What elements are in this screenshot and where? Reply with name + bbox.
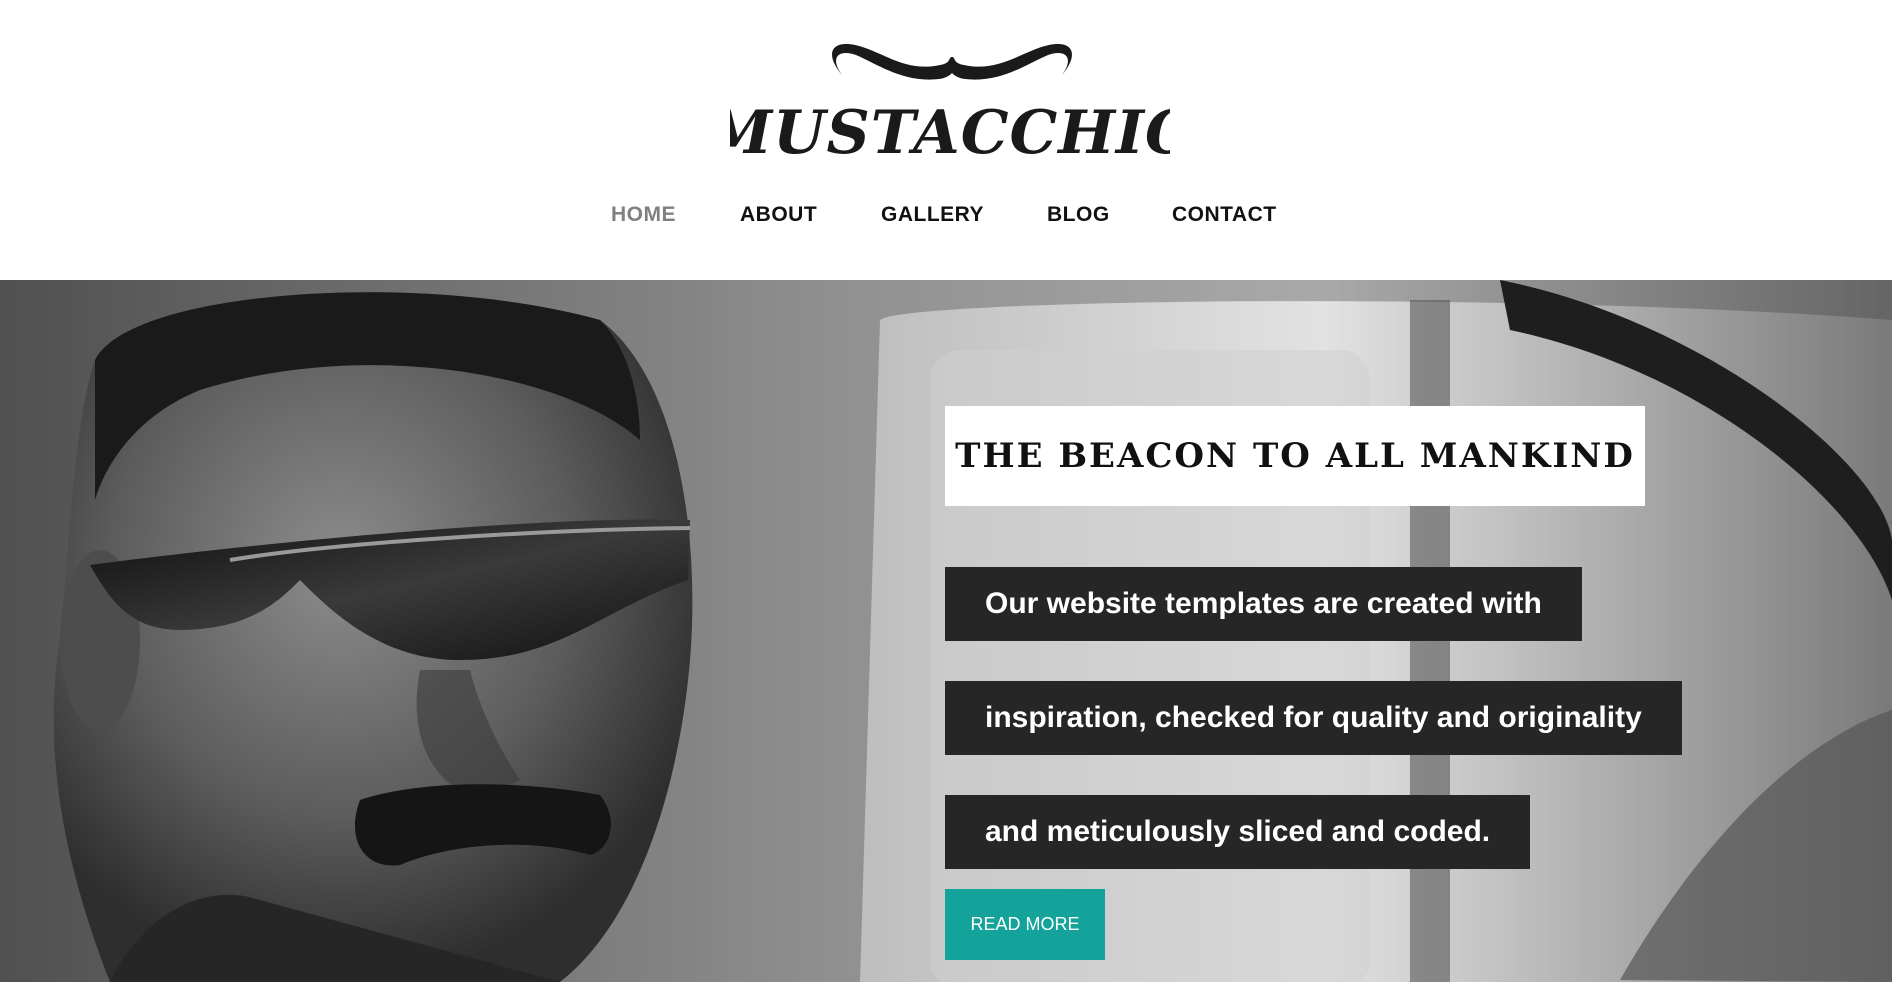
nav-about[interactable]: ABOUT bbox=[740, 203, 817, 227]
nav-blog[interactable]: BLOG bbox=[1047, 203, 1110, 227]
main-nav: HOME ABOUT GALLERY BLOG CONTACT bbox=[0, 203, 1892, 239]
nav-home[interactable]: HOME bbox=[611, 203, 676, 227]
mustache-logo-icon: MUSTACCHIO bbox=[730, 44, 1170, 165]
headline-box: THE BEACON TO ALL MANKIND bbox=[945, 406, 1645, 506]
nav-gallery[interactable]: GALLERY bbox=[881, 203, 984, 227]
hero-headline: THE BEACON TO ALL MANKIND bbox=[955, 436, 1635, 476]
read-more-button[interactable]: READ MORE bbox=[945, 889, 1105, 960]
nav-contact[interactable]: CONTACT bbox=[1172, 203, 1277, 227]
hero-banner: THE BEACON TO ALL MANKIND Our website te… bbox=[0, 280, 1892, 982]
logo-wordmark: MUSTACCHIO bbox=[730, 98, 1170, 165]
hero-text-line-3: and meticulously sliced and coded. bbox=[945, 795, 1531, 869]
hero-text-line-2: inspiration, checked for quality and ori… bbox=[945, 681, 1682, 755]
site-header: MUSTACCHIO HOME ABOUT GALLERY BLOG CONTA… bbox=[0, 0, 1892, 280]
site-logo[interactable]: MUSTACCHIO bbox=[730, 35, 1170, 165]
hero-text-line-1: Our website templates are created with bbox=[945, 567, 1582, 641]
